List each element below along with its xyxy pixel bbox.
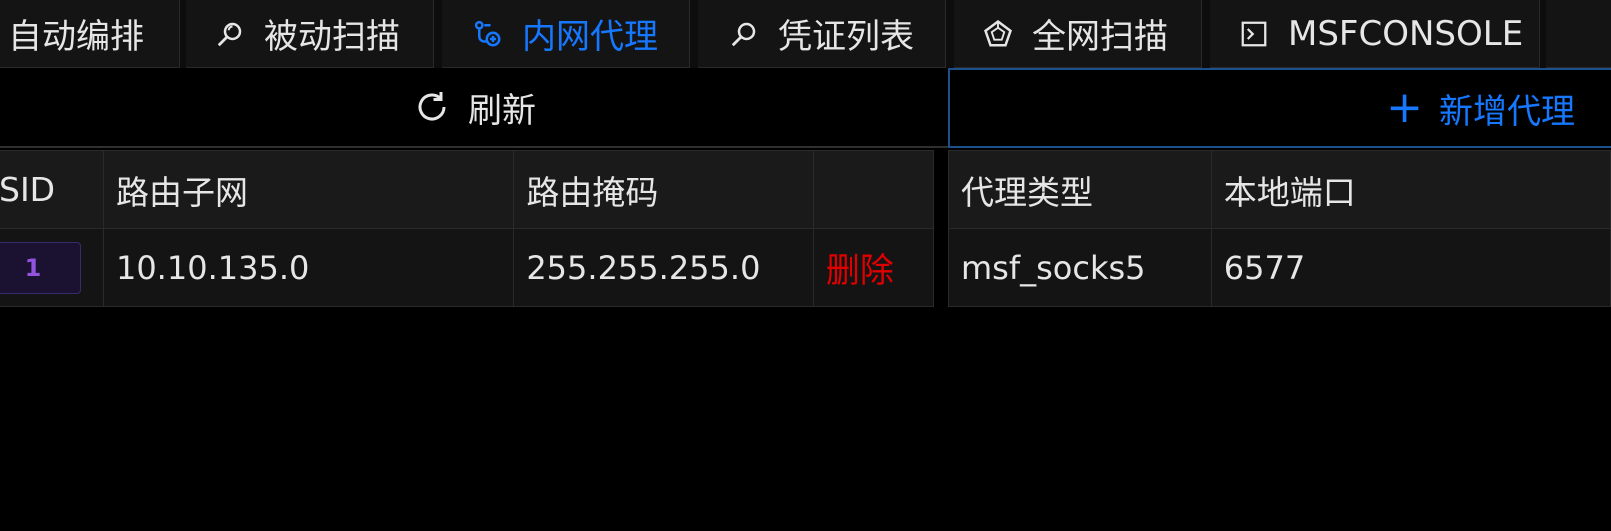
refresh-icon xyxy=(412,87,452,127)
tab-intranet-proxy[interactable]: 内网代理 xyxy=(442,0,690,68)
col-local-port: 本地端口 xyxy=(1210,150,1611,229)
refresh-label: 刷新 xyxy=(468,90,536,131)
tab-full-network-scan[interactable]: 全网扫描 xyxy=(954,0,1202,68)
plus-icon: + xyxy=(1386,82,1423,133)
tab-auto-orchestrate[interactable]: 自动编排 xyxy=(0,0,180,68)
proxy-icon xyxy=(468,14,508,54)
route-table: SID 路由子网 路由掩码 1 10.10.135.0 255.255.255.… xyxy=(0,150,935,307)
pentagon-icon xyxy=(978,14,1018,54)
tab-label: 被动扫描 xyxy=(264,17,400,57)
add-proxy-button[interactable]: + 新增代理 xyxy=(948,68,1611,148)
mask-cell: 255.255.255.0 xyxy=(513,228,814,307)
terminal-icon xyxy=(1234,14,1274,54)
local-port-cell: 6577 xyxy=(1210,228,1611,307)
tab-label: MSFCONSOLE xyxy=(1288,13,1524,54)
sid-tag: 1 xyxy=(0,241,81,294)
refresh-button[interactable]: 刷新 xyxy=(0,68,948,148)
tab-credential-list[interactable]: 凭证列表 xyxy=(698,0,946,68)
col-route-subnet: 路由子网 xyxy=(102,150,515,229)
tab-label: 凭证列表 xyxy=(778,17,914,57)
table-row: 1 10.10.135.0 255.255.255.0 删除 xyxy=(0,228,935,307)
sid-cell: 1 xyxy=(0,228,104,307)
proxy-table: 代理类型 本地端口 msf_socks5 6577 xyxy=(948,150,1611,307)
table-row: msf_socks5 6577 xyxy=(948,228,1611,307)
subnet-cell: 10.10.135.0 xyxy=(102,228,515,307)
tab-msfconsole[interactable]: MSFCONSOLE xyxy=(1210,0,1540,68)
table-header-row: SID 路由子网 路由掩码 xyxy=(0,150,935,229)
col-action xyxy=(812,150,935,229)
table-header-row: 代理类型 本地端口 xyxy=(948,150,1611,229)
action-cell: 删除 xyxy=(812,228,935,307)
delete-button[interactable]: 删除 xyxy=(826,251,894,291)
search-icon xyxy=(724,14,764,54)
tab-label: 自动编排 xyxy=(8,17,144,57)
col-proxy-type: 代理类型 xyxy=(948,150,1212,229)
col-sid: SID xyxy=(0,150,104,229)
proxy-type-cell: msf_socks5 xyxy=(948,228,1212,307)
tab-overflow[interactable] xyxy=(1546,0,1611,68)
tab-label: 全网扫描 xyxy=(1032,17,1168,57)
tab-bar: 自动编排 被动扫描 内网代理 凭证列表 全网扫描 MSFCONSOLE xyxy=(0,0,1611,68)
col-route-mask: 路由掩码 xyxy=(513,150,814,229)
tab-passive-scan[interactable]: 被动扫描 xyxy=(186,0,434,68)
add-proxy-label: 新增代理 xyxy=(1439,91,1575,132)
route-panel: 刷新 SID 路由子网 路由掩码 1 10.10.135.0 255.255.2… xyxy=(0,68,948,308)
proxy-panel: + 新增代理 代理类型 本地端口 msf_socks5 6577 xyxy=(948,68,1611,308)
search-icon xyxy=(210,14,250,54)
tab-label: 内网代理 xyxy=(522,17,658,57)
